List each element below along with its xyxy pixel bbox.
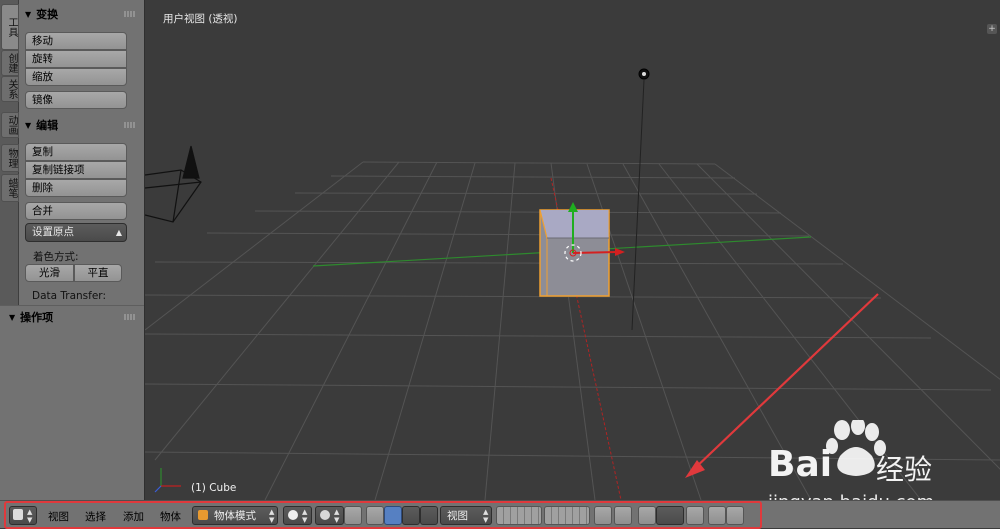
snap-element-selector[interactable] — [656, 506, 684, 525]
transform-panel-title: 变换 — [36, 8, 59, 21]
updown-arrow-icon: ▲ ▼ — [302, 508, 308, 524]
set-origin-label: 设置原点 — [32, 226, 74, 238]
tab-grease-pencil[interactable]: 蜡笔 — [1, 174, 19, 202]
snap-target-icon[interactable] — [686, 506, 704, 525]
pivot-point-icon — [320, 510, 330, 520]
watermark-brand: Bai — [768, 444, 833, 485]
layer-buttons-left[interactable] — [496, 506, 542, 525]
mode-label: 物体模式 — [214, 510, 256, 522]
join-button[interactable]: 合并 — [25, 202, 127, 220]
lamp-object[interactable] — [631, 68, 650, 331]
updown-arrow-icon: ▲ — [115, 228, 122, 237]
menu-object[interactable]: 物体 — [160, 509, 181, 524]
edit-panel-title: 编辑 — [36, 119, 59, 132]
collapse-triangle-icon: ▼ — [25, 9, 32, 19]
updown-arrow-icon: ▲ ▼ — [269, 508, 275, 524]
menu-view[interactable]: 视图 — [48, 509, 69, 524]
blender-window: 工具 创建 关系 动画 物理 蜡笔 ▼ 变换 移动 旋转 缩放 镜像 ▼ 编辑 … — [0, 0, 1000, 529]
menu-select[interactable]: 选择 — [85, 509, 106, 524]
operator-panel-header[interactable]: ▼ 操作项 — [9, 309, 53, 325]
transform-panel-header[interactable]: ▼ 变换 — [25, 6, 58, 22]
properties-toggle-icon[interactable]: + — [987, 24, 997, 34]
snap-toggle-icon[interactable] — [638, 506, 656, 525]
active-object-label: (1) Cube — [191, 482, 237, 494]
watermark-brand-cn: 经验 — [876, 453, 933, 486]
translate-button[interactable]: 移动 — [25, 32, 127, 50]
tool-tab-strip: 工具 创建 关系 动画 物理 蜡笔 — [0, 0, 19, 305]
edit-panel-header[interactable]: ▼ 编辑 — [25, 117, 58, 133]
editor-type-selector[interactable]: ▲ ▼ — [9, 506, 37, 525]
orientation-selector[interactable]: 视图 ▲ ▼ — [440, 506, 492, 525]
updown-arrow-icon: ▲ ▼ — [27, 508, 33, 524]
camera-object[interactable] — [145, 145, 202, 223]
tab-animation[interactable]: 动画 — [1, 112, 19, 138]
duplicate-button[interactable]: 复制 — [25, 143, 127, 161]
shading-label: 着色方式: — [33, 251, 79, 263]
viewport-title: 用户视图 (透视) — [163, 13, 238, 25]
menu-add[interactable]: 添加 — [123, 509, 144, 524]
scale-button[interactable]: 缩放 — [25, 68, 127, 86]
rotate-manipulator-icon[interactable] — [402, 506, 420, 525]
manipulator-icon[interactable] — [366, 506, 384, 525]
delete-button[interactable]: 删除 — [25, 179, 127, 197]
cube-editor-icon — [13, 509, 23, 520]
render-animation-icon[interactable] — [726, 506, 744, 525]
operator-panel: ▼ 操作项 — [0, 305, 144, 501]
tab-physics[interactable]: 物理 — [1, 144, 19, 172]
lock-layer-icon[interactable] — [594, 506, 612, 525]
updown-arrow-icon: ▲ ▼ — [334, 508, 340, 524]
collapse-triangle-icon: ▼ — [9, 312, 16, 322]
mirror-button[interactable]: 镜像 — [25, 91, 127, 109]
data-transfer-label: Data Transfer: — [32, 290, 106, 302]
updown-arrow-icon: ▲ ▼ — [483, 508, 489, 524]
view-axes-indicator — [154, 468, 181, 493]
tab-relations[interactable]: 关系 — [1, 76, 19, 102]
layer-buttons-right[interactable] — [544, 506, 590, 525]
collapse-triangle-icon: ▼ — [25, 120, 32, 130]
mode-selector[interactable]: 物体模式 ▲ ▼ — [192, 506, 278, 525]
panel-grip-icon[interactable] — [124, 11, 136, 17]
tab-tools[interactable]: 工具 — [1, 4, 19, 50]
duplicate-linked-button[interactable]: 复制链接项 — [25, 161, 127, 179]
tool-shelf: ▼ 变换 移动 旋转 缩放 镜像 ▼ 编辑 复制 复制链接项 删除 合并 设置原… — [19, 0, 155, 305]
orientation-label: 视图 — [447, 510, 468, 522]
tab-create[interactable]: 创建 — [1, 50, 19, 76]
shade-flat-button[interactable]: 平直 — [74, 264, 122, 282]
shading-selector[interactable]: ▲ ▼ — [283, 506, 312, 525]
object-mode-icon — [198, 510, 208, 520]
operator-panel-title: 操作项 — [20, 311, 54, 324]
viewport-header: ▲ ▼ 视图 选择 添加 物体 物体模式 ▲ ▼ ▲ ▼ ▲ ▼ 视图 ▲ ▼ — [0, 500, 1000, 528]
render-still-icon[interactable] — [708, 506, 726, 525]
rotate-button[interactable]: 旋转 — [25, 50, 127, 68]
scale-manipulator-icon[interactable] — [420, 506, 438, 525]
shade-smooth-button[interactable]: 光滑 — [25, 264, 74, 282]
panel-grip-icon[interactable] — [124, 122, 136, 128]
manipulator-toggle[interactable] — [344, 506, 362, 525]
panel-grip-icon[interactable] — [124, 314, 136, 320]
translate-manipulator-icon[interactable] — [384, 506, 402, 525]
set-origin-dropdown[interactable]: 设置原点 ▲ — [25, 223, 127, 242]
solid-shading-icon — [288, 510, 298, 520]
proportional-edit-icon[interactable] — [614, 506, 632, 525]
pivot-selector[interactable]: ▲ ▼ — [315, 506, 344, 525]
